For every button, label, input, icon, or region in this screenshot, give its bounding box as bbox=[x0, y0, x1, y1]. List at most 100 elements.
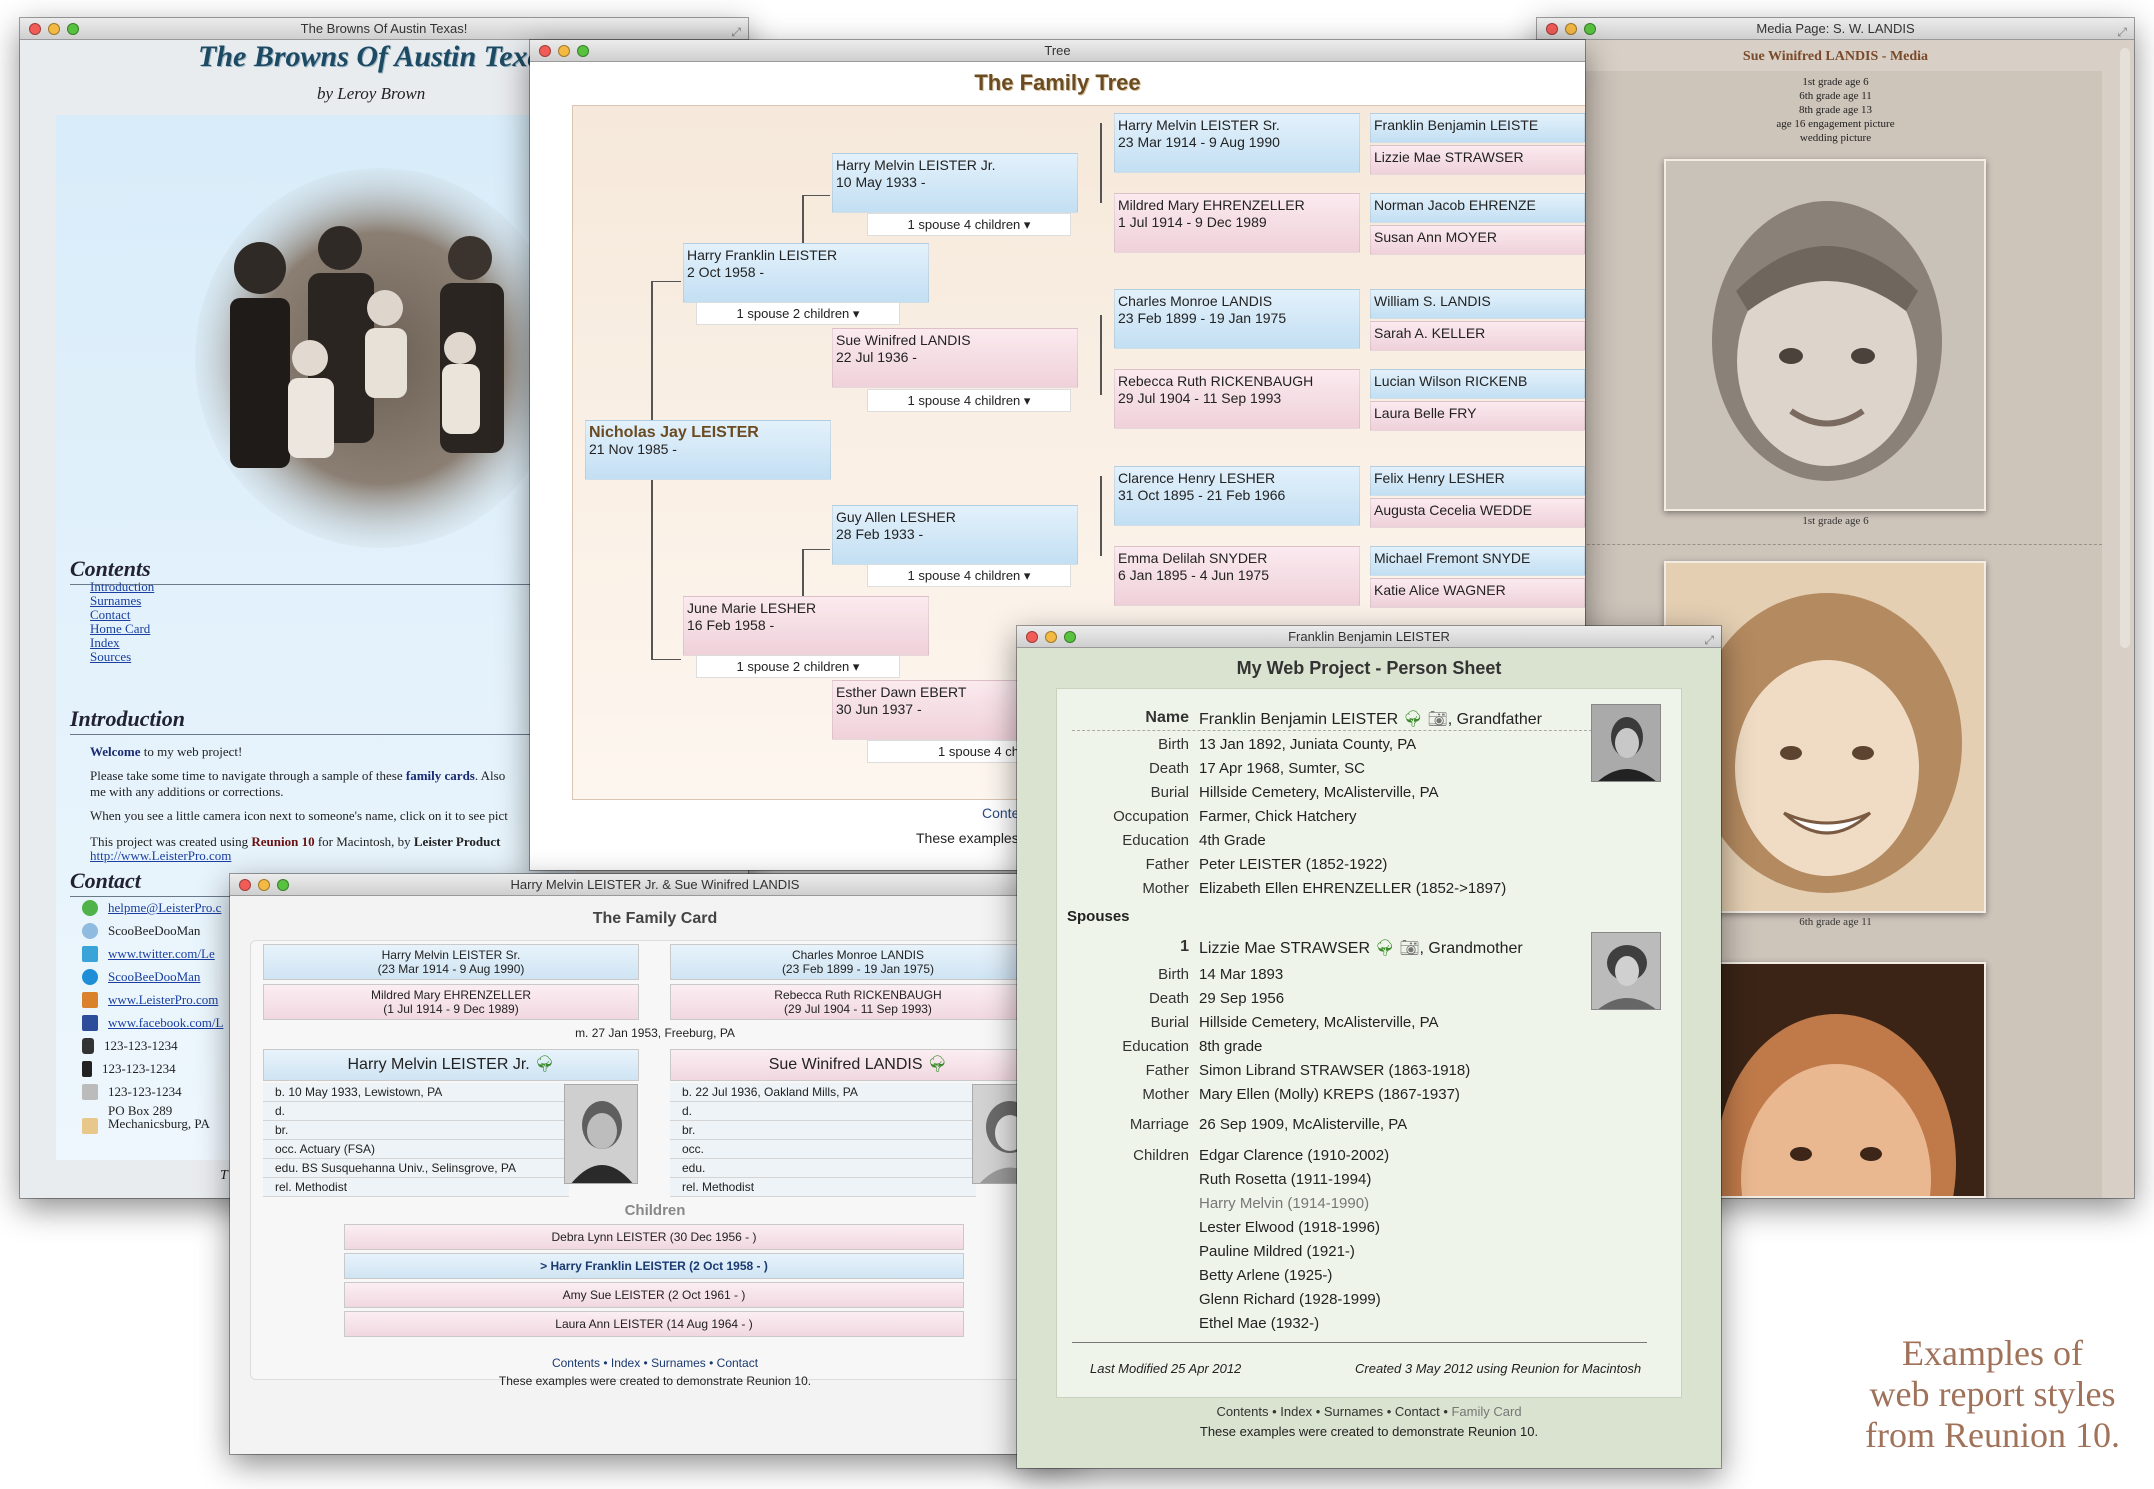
person-ggparent[interactable]: Clarence Henry LESHER 31 Oct 1895 - 21 Fe… bbox=[1114, 466, 1360, 526]
nav-index[interactable]: Index bbox=[611, 1356, 640, 1370]
card-titlebar[interactable]: Harry Melvin LEISTER Jr. & Sue Winifred … bbox=[230, 874, 1080, 896]
contact-value[interactable]: www.facebook.com/L bbox=[108, 1015, 223, 1031]
spouse-name-line[interactable]: Lizzie Mae STRAWSER 🌳︎ 📷︎, Grandmother bbox=[1199, 938, 1523, 958]
zoom-button[interactable] bbox=[1584, 23, 1596, 35]
zoom-button[interactable] bbox=[67, 23, 79, 35]
nav-contact[interactable]: Contact bbox=[1395, 1404, 1440, 1419]
person-gggparent[interactable]: Augusta Cecelia WEDDE bbox=[1370, 498, 1585, 528]
person-ggparent[interactable]: Mildred Mary EHRENZELLER 1 Jul 1914 - 9 D… bbox=[1114, 193, 1360, 253]
nav-index[interactable]: Index bbox=[1280, 1404, 1312, 1419]
spouse-dropdown[interactable]: 1 spouse 4 children ▾ bbox=[867, 389, 1071, 412]
person-ggparent[interactable]: Charles Monroe LANDIS 23 Feb 1899 - 19 Ja… bbox=[1114, 289, 1360, 349]
resize-icon[interactable]: ⤢ bbox=[1704, 629, 1714, 651]
nav-contact[interactable]: Contact bbox=[717, 1356, 758, 1370]
child-row-current[interactable]: > Harry Franklin LEISTER (2 Oct 1958 - ) bbox=[344, 1253, 964, 1279]
camera-icon[interactable]: 📷︎ bbox=[1427, 711, 1447, 728]
minimize-button[interactable] bbox=[558, 45, 570, 57]
contact-value[interactable]: www.twitter.com/Le bbox=[108, 946, 215, 962]
resize-icon[interactable]: ⤢ bbox=[2117, 21, 2127, 43]
toc-link[interactable]: Index bbox=[90, 636, 154, 650]
browns-titlebar[interactable]: The Browns Of Austin Texas! ⤢ bbox=[20, 18, 748, 40]
husband-photo[interactable] bbox=[564, 1084, 638, 1184]
tree-icon[interactable]: 🌳︎ bbox=[534, 1056, 554, 1073]
tree-icon[interactable]: 🌳︎ bbox=[1403, 711, 1423, 728]
media-titlebar[interactable]: Media Page: S. W. LANDIS ⤢ bbox=[1537, 18, 2134, 40]
minimize-button[interactable] bbox=[48, 23, 60, 35]
contact-web[interactable]: www.LeisterPro.com bbox=[82, 992, 218, 1008]
nav-contents[interactable]: Contents bbox=[552, 1356, 600, 1370]
spouse-dropdown[interactable]: 1 spouse 4 children ▾ bbox=[867, 213, 1071, 236]
media-list-item[interactable]: age 16 engagement picture bbox=[1537, 117, 2134, 131]
nav-surnames[interactable]: Surnames bbox=[651, 1356, 706, 1370]
person-grandparent[interactable]: Harry Melvin LEISTER Jr. 10 May 1933 - bbox=[832, 153, 1078, 213]
toc-link[interactable]: Surnames bbox=[90, 594, 154, 608]
grandparent-box[interactable]: Mildred Mary EHRENZELLER (1 Jul 1914 - 9 … bbox=[263, 984, 639, 1020]
camera-icon[interactable]: 📷︎ bbox=[1399, 940, 1419, 957]
child-row[interactable]: Laura Ann LEISTER (14 Aug 1964 - ) bbox=[344, 1311, 964, 1337]
child-row[interactable]: Debra Lynn LEISTER (30 Dec 1956 - ) bbox=[344, 1224, 964, 1250]
tree-titlebar[interactable]: Tree bbox=[530, 40, 1585, 62]
person-ggparent[interactable]: Rebecca Ruth RICKENBAUGH 29 Jul 1904 - 11… bbox=[1114, 369, 1360, 429]
minimize-button[interactable] bbox=[258, 879, 270, 891]
person-ggparent[interactable]: Harry Melvin LEISTER Sr. 23 Mar 1914 - 9 … bbox=[1114, 113, 1360, 173]
child-entry-current[interactable]: Harry Melvin (1914-1990) bbox=[1199, 1195, 1369, 1212]
child-row[interactable]: Amy Sue LEISTER (2 Oct 1961 - ) bbox=[344, 1282, 964, 1308]
person-gggparent[interactable]: Lucian Wilson RICKENB bbox=[1370, 369, 1585, 399]
wife-box[interactable]: Sue Winifred LANDIS 🌳︎ bbox=[670, 1049, 1046, 1081]
child-entry[interactable]: Lester Elwood (1918-1996) bbox=[1199, 1219, 1380, 1236]
sheet-titlebar[interactable]: Franklin Benjamin LEISTER ⤢ bbox=[1017, 626, 1721, 648]
media-list-item[interactable]: 8th grade age 13 bbox=[1537, 103, 2134, 117]
nav-surnames[interactable]: Surnames bbox=[1324, 1404, 1383, 1419]
grandparent-box[interactable]: Harry Melvin LEISTER Sr. (23 Mar 1914 - 9… bbox=[263, 944, 639, 980]
fact-value[interactable]: Mary Ellen (Molly) KREPS (1867-1937) bbox=[1199, 1086, 1460, 1103]
person-gggparent[interactable]: Felix Henry LESHER bbox=[1370, 466, 1585, 496]
person-root[interactable]: Nicholas Jay LEISTER 21 Nov 1985 - bbox=[585, 420, 831, 480]
spouse-dropdown[interactable]: 1 spouse 2 children ▾ bbox=[696, 302, 900, 325]
person-parent[interactable]: Harry Franklin LEISTER 2 Oct 1958 - bbox=[683, 243, 929, 303]
close-button[interactable] bbox=[29, 23, 41, 35]
fact-value[interactable]: Simon Librand STRAWSER (1863-1918) bbox=[1199, 1062, 1470, 1079]
contact-value[interactable]: helpme@LeisterPro.c bbox=[108, 900, 221, 916]
media-list-item[interactable]: 1st grade age 6 bbox=[1537, 75, 2134, 89]
media-list-item[interactable]: 6th grade age 11 bbox=[1537, 89, 2134, 103]
child-entry[interactable]: Ruth Rosetta (1911-1994) bbox=[1199, 1171, 1371, 1188]
person-gggparent[interactable]: Michael Fremont SNYDE bbox=[1370, 546, 1585, 576]
spouse-dropdown[interactable]: 1 spouse 4 children ▾ bbox=[867, 564, 1071, 587]
contact-value[interactable]: ScooBeeDooMan bbox=[108, 969, 200, 985]
person-thumbnail[interactable] bbox=[1591, 704, 1661, 782]
nav-contents[interactable]: Contents bbox=[1216, 1404, 1268, 1419]
grandparent-box[interactable]: Rebecca Ruth RICKENBAUGH (29 Jul 1904 - 1… bbox=[670, 984, 1046, 1020]
child-entry[interactable]: Glenn Richard (1928-1999) bbox=[1199, 1291, 1381, 1308]
child-entry[interactable]: Ethel Mae (1932-) bbox=[1199, 1315, 1319, 1332]
grandparent-box[interactable]: Charles Monroe LANDIS (23 Feb 1899 - 19 J… bbox=[670, 944, 1046, 980]
person-grandparent[interactable]: Sue Winifred LANDIS 22 Jul 1936 - bbox=[832, 328, 1078, 388]
spouse-dropdown[interactable]: 1 spouse 4 chi bbox=[867, 740, 1027, 763]
contact-twitter[interactable]: www.twitter.com/Le bbox=[82, 946, 215, 962]
fact-value[interactable]: Elizabeth Ellen EHRENZELLER (1852->1897) bbox=[1199, 880, 1506, 897]
reunion-link[interactable]: Reunion 10 bbox=[251, 834, 314, 849]
family-cards-link[interactable]: family cards bbox=[406, 768, 475, 783]
tree-icon[interactable]: 🌳︎ bbox=[927, 1056, 947, 1073]
spouse-dropdown[interactable]: 1 spouse 2 children ▾ bbox=[696, 655, 900, 678]
person-gggparent[interactable]: Franklin Benjamin LEISTE bbox=[1370, 113, 1585, 143]
footer-nav[interactable]: Conte bbox=[982, 805, 1019, 821]
child-entry[interactable]: Betty Arlene (1925-) bbox=[1199, 1267, 1332, 1284]
toc-link[interactable]: Sources bbox=[90, 650, 154, 664]
leister-link[interactable]: Leister Product bbox=[414, 834, 501, 849]
person-gggparent[interactable]: Norman Jacob EHRENZE bbox=[1370, 193, 1585, 223]
contact-facebook[interactable]: www.facebook.com/L bbox=[82, 1015, 223, 1031]
person-gggparent[interactable]: Sarah A. KELLER bbox=[1370, 321, 1585, 351]
contact-value[interactable]: www.LeisterPro.com bbox=[108, 992, 218, 1008]
spouse-name[interactable]: Lizzie Mae STRAWSER bbox=[1199, 940, 1370, 957]
zoom-button[interactable] bbox=[1064, 631, 1076, 643]
toc-link[interactable]: Contact bbox=[90, 608, 154, 622]
zoom-button[interactable] bbox=[577, 45, 589, 57]
husband-box[interactable]: Harry Melvin LEISTER Jr. 🌳︎ bbox=[263, 1049, 639, 1081]
person-gggparent[interactable]: William S. LANDIS bbox=[1370, 289, 1585, 319]
fact-value[interactable]: Peter LEISTER (1852-1922) bbox=[1199, 856, 1387, 873]
media-list-item[interactable]: wedding picture bbox=[1537, 131, 2134, 145]
tree-icon[interactable]: 🌳︎ bbox=[1374, 940, 1394, 957]
person-grandparent[interactable]: Guy Allen LESHER 28 Feb 1933 - bbox=[832, 505, 1078, 565]
minimize-button[interactable] bbox=[1565, 23, 1577, 35]
scrollbar[interactable] bbox=[2120, 48, 2130, 648]
